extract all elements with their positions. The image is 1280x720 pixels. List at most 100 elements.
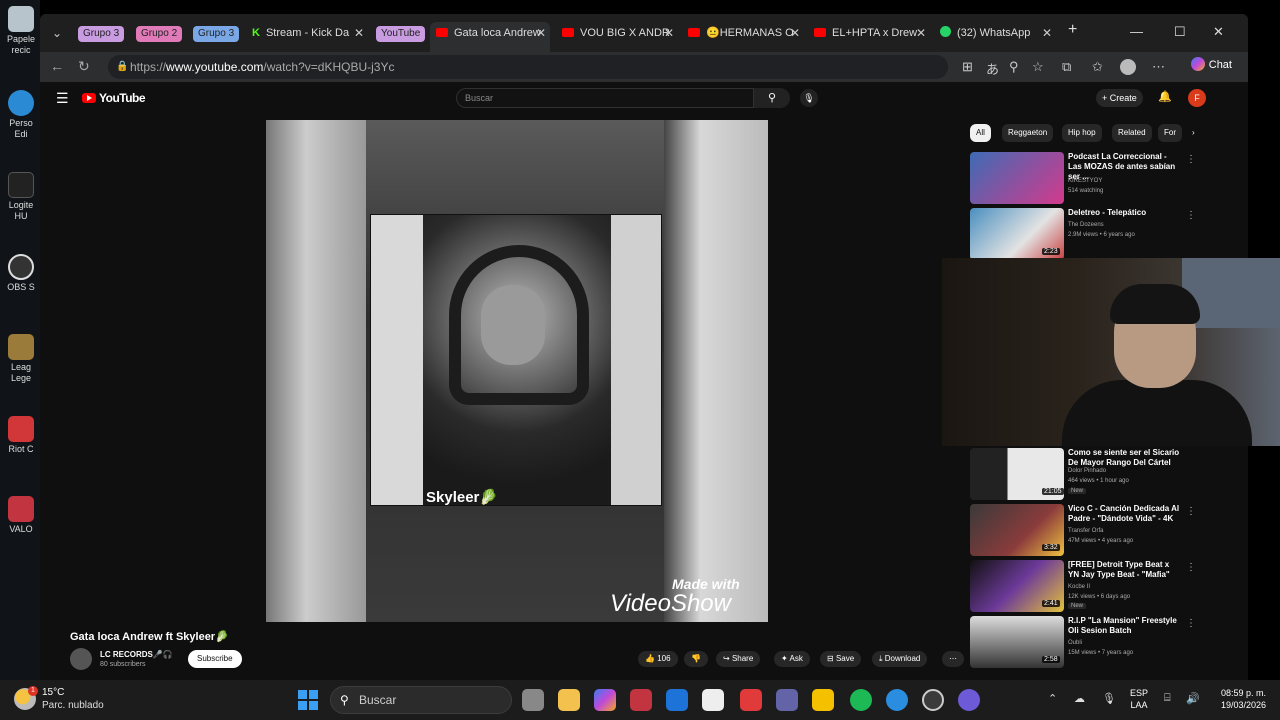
video-player[interactable]: Skyleer🥬 Made with VideoShow <box>266 120 768 622</box>
account-avatar[interactable]: F <box>1188 89 1206 107</box>
extensions-icon[interactable]: ⧉ <box>1062 59 1071 75</box>
copilot-icon[interactable] <box>594 689 616 711</box>
recommendation-item[interactable]: Podcast La Correccional - Las MOZAS de a… <box>970 152 1230 204</box>
tab-hermanas[interactable]: 😐HERMANAS O ✕ <box>688 22 800 44</box>
apps-grid-icon[interactable]: ⊞ <box>962 59 973 75</box>
dislike-button[interactable]: 👎 <box>684 651 708 667</box>
tab-el-hpta[interactable]: EL+HPTA x Drew ✕ <box>814 22 926 44</box>
taskbar-search-input[interactable]: ⚲ Buscar <box>330 686 512 714</box>
more-vert-icon[interactable]: ⋮ <box>1186 154 1196 165</box>
close-tab-icon[interactable]: ✕ <box>354 22 364 44</box>
volume-icon[interactable]: 🔊 <box>1186 692 1200 705</box>
discord-icon[interactable] <box>958 689 980 711</box>
more-actions-icon[interactable]: ⋯ <box>942 651 964 667</box>
save-button[interactable]: ⊟ Save <box>820 651 862 667</box>
weather-condition[interactable]: Parc. nublado <box>42 700 104 711</box>
tab-gata-loca[interactable]: Gata loca Andrew ✕ <box>430 22 550 52</box>
chip-all[interactable]: All <box>970 124 991 142</box>
more-menu-icon[interactable]: ⋯ <box>1152 59 1165 75</box>
profile-avatar-icon[interactable] <box>1120 59 1136 75</box>
favorite-star-icon[interactable]: ☆ <box>1032 59 1044 75</box>
channel-name[interactable]: LC RECORDS🎤🎧 <box>100 650 173 659</box>
desktop-icon-logitech[interactable]: Logite HU <box>4 172 38 222</box>
menu-hamburger-icon[interactable]: ☰ <box>56 90 69 107</box>
clock[interactable]: 08:59 p. m. 19/03/2026 <box>1210 687 1266 711</box>
more-vert-icon[interactable]: ⋮ <box>1186 506 1196 517</box>
windows-start-icon[interactable] <box>298 690 318 710</box>
youtube-logo[interactable]: YouTube <box>82 91 146 105</box>
tab-kick-stream[interactable]: K Stream - Kick Da ✕ <box>252 22 364 44</box>
back-arrow-icon[interactable]: ← <box>50 58 64 74</box>
more-vert-icon[interactable]: ⋮ <box>1186 618 1196 629</box>
valorant-icon[interactable] <box>630 689 652 711</box>
spotify-icon[interactable] <box>850 689 872 711</box>
file-explorer-icon[interactable] <box>558 689 580 711</box>
search-icon[interactable]: ⚲ <box>754 88 790 108</box>
recommendation-item[interactable]: 2:23 Deletreo - Telepático The Dozeens 2… <box>970 208 1230 260</box>
maximize-icon[interactable]: ☐ <box>1174 24 1186 40</box>
recommendation-item[interactable]: 3:32 Vico C - Canción Dedicada Al Padre … <box>970 504 1230 556</box>
close-tab-icon[interactable]: ✕ <box>1042 22 1052 44</box>
ask-button[interactable]: ✦ Ask <box>774 651 810 667</box>
riot-client-icon[interactable] <box>740 689 762 711</box>
obs-icon[interactable] <box>922 689 944 711</box>
mic-tray-icon[interactable]: 🎙 <box>1102 692 1116 705</box>
tab-vou-big[interactable]: VOU BIG X ANDR ✕ <box>562 22 674 44</box>
tab-group-youtube[interactable]: YouTube <box>376 26 426 42</box>
microphone-icon[interactable]: 🎙 <box>800 89 818 107</box>
share-button[interactable]: ↪ Share <box>716 651 761 667</box>
recommendation-item[interactable]: 2:58 R.I.P "La Mansion" Freestyle Oli Se… <box>970 616 1230 668</box>
tab-actions-chevron-icon[interactable]: ⌄ <box>46 22 68 44</box>
refresh-icon[interactable]: ↻ <box>78 58 90 75</box>
zoom-icon[interactable]: ⚲ <box>1009 59 1019 75</box>
edge-icon[interactable] <box>886 689 908 711</box>
chip-reggaeton[interactable]: Reggaeton <box>1002 124 1054 142</box>
new-tab-button[interactable]: + <box>1068 21 1077 39</box>
tray-chevron-up-icon[interactable]: ⌃ <box>1048 692 1057 705</box>
more-vert-icon[interactable]: ⋮ <box>1186 562 1196 573</box>
close-tab-icon[interactable]: ✕ <box>664 22 674 44</box>
youtube-search-input[interactable]: Buscar <box>456 88 754 108</box>
desktop-icon-edge[interactable]: Perso Edi <box>4 90 38 140</box>
teams-icon[interactable] <box>776 689 798 711</box>
like-button[interactable]: 👍 106 <box>638 651 678 667</box>
store-icon[interactable] <box>702 689 724 711</box>
close-window-icon[interactable]: ✕ <box>1213 24 1224 40</box>
recommendation-item[interactable]: 2:41 [FREE] Detroit Type Beat x YN Jay T… <box>970 560 1230 612</box>
network-icon[interactable]: ⌸ <box>1164 692 1171 705</box>
desktop-icon-valorant[interactable]: VALO <box>4 496 38 535</box>
collections-icon[interactable]: ✩ <box>1092 59 1103 75</box>
close-tab-icon[interactable]: ✕ <box>916 22 926 44</box>
url-field[interactable]: 🔒 https://www.youtube.com/watch?v=dKHQBU-… <box>108 55 948 79</box>
task-view-icon[interactable] <box>522 689 544 711</box>
tab-group-2[interactable]: Grupo 2 <box>136 26 183 42</box>
sticky-notes-icon[interactable] <box>812 689 834 711</box>
tab-whatsapp[interactable]: (32) WhatsApp ✕ <box>940 22 1052 44</box>
close-tab-icon[interactable]: ✕ <box>536 22 546 44</box>
minimize-icon[interactable]: — <box>1130 24 1143 39</box>
subscribe-button[interactable]: Subscribe <box>188 650 242 668</box>
notifications-bell-icon[interactable]: 🔔 <box>1158 90 1172 103</box>
desktop-icon-obs[interactable]: OBS S <box>4 254 38 293</box>
copilot-chat-button[interactable]: Chat <box>1190 57 1232 71</box>
chip-hip-hop[interactable]: Hip hop <box>1062 124 1102 142</box>
channel-avatar[interactable] <box>70 648 92 670</box>
close-tab-icon[interactable]: ✕ <box>790 22 800 44</box>
tab-group-3[interactable]: Grupo 3 <box>193 26 240 42</box>
chip-related[interactable]: Related <box>1112 124 1152 142</box>
chips-next-chevron-icon[interactable]: › <box>1186 124 1201 142</box>
chip-for-you[interactable]: For <box>1158 124 1182 142</box>
more-vert-icon[interactable]: ⋮ <box>1186 210 1196 221</box>
create-button[interactable]: + Create <box>1096 89 1143 107</box>
translate-icon[interactable]: あ <box>986 59 999 78</box>
download-button[interactable]: ⤓ Download <box>872 651 928 667</box>
outlook-icon[interactable] <box>666 689 688 711</box>
recommendation-item[interactable]: 21:05 Como se siente ser el Sicario De M… <box>970 448 1230 500</box>
onedrive-icon[interactable]: ☁ <box>1074 692 1085 705</box>
desktop-icon-riot[interactable]: Riot C <box>4 416 38 455</box>
tab-group-1[interactable]: Grupo 3 <box>78 26 125 42</box>
weather-temperature[interactable]: 15°C <box>42 687 64 698</box>
desktop-icon-league[interactable]: Leag Lege <box>4 334 38 384</box>
desktop-icon-recycle[interactable]: Papele recic <box>4 6 38 56</box>
language-indicator[interactable]: ESP LAA <box>1130 687 1148 711</box>
